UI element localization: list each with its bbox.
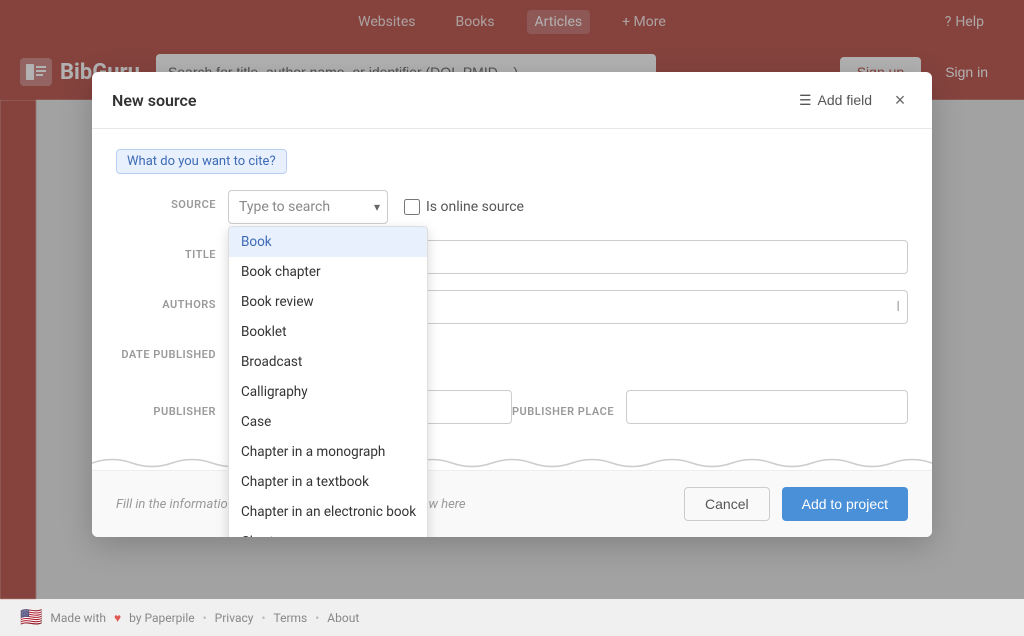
online-source-label[interactable]: Is online source (404, 199, 524, 215)
cancel-button[interactable]: Cancel (684, 487, 770, 521)
source-placeholder: Type to search (239, 199, 330, 215)
dropdown-item-0[interactable]: Book (229, 227, 427, 257)
dropdown-item-6[interactable]: Case (229, 407, 427, 437)
add-field-label: Add field (818, 92, 872, 108)
by-paperpile-text: by Paperpile (129, 611, 194, 625)
title-label: TITLE (116, 240, 216, 261)
dropdown-item-7[interactable]: Chapter in a monograph (229, 437, 427, 467)
source-label: SOURCE (116, 190, 216, 211)
terms-link[interactable]: Terms (274, 611, 308, 625)
footer-separator-3: • (315, 611, 319, 625)
heart-icon: ♥ (114, 611, 121, 625)
date-label: DATE PUBLISHED (116, 340, 216, 361)
dropdown-item-1[interactable]: Book chapter (229, 257, 427, 287)
what-cite-badge[interactable]: What do you want to cite? (116, 149, 287, 174)
modal-body: What do you want to cite? SOURCE Type to… (92, 129, 932, 456)
dropdown-item-9[interactable]: Chapter in an electronic book (229, 497, 427, 527)
source-row: SOURCE Type to search ▾ Book Book chapt (116, 190, 908, 224)
source-dropdown-trigger[interactable]: Type to search ▾ (228, 190, 388, 224)
add-to-project-button[interactable]: Add to project (782, 487, 908, 521)
authors-label: AUTHORS (116, 290, 216, 311)
made-with-text: Made with (50, 611, 106, 625)
add-field-button[interactable]: ☰ Add field (799, 92, 872, 109)
publisher-place-label: PUBLISHER PLACE (512, 397, 614, 418)
online-source-checkbox[interactable] (404, 199, 420, 215)
dropdown-item-8[interactable]: Chapter in a textbook (229, 467, 427, 497)
page-footer: 🇺🇸 Made with ♥ by Paperpile • Privacy • … (0, 599, 1024, 636)
modal-header: New source ☰ Add field × (92, 72, 932, 129)
cursor-icon: I (896, 299, 900, 315)
new-source-modal: New source ☰ Add field × What do you wan… (92, 72, 932, 537)
dropdown-item-10[interactable]: Chart (229, 527, 427, 537)
footer-separator-1: • (203, 611, 207, 625)
footer-actions: Cancel Add to project (684, 487, 908, 521)
about-link[interactable]: About (327, 611, 359, 625)
flag-icon: 🇺🇸 (20, 607, 42, 628)
dropdown-item-4[interactable]: Broadcast (229, 347, 427, 377)
modal-header-right: ☰ Add field × (799, 88, 912, 112)
publisher-place-section: PUBLISHER PLACE (512, 390, 908, 424)
dropdown-item-2[interactable]: Book review (229, 287, 427, 317)
modal-footer: Fill in the information and the bibliogr… (92, 470, 932, 537)
online-source-text: Is online source (426, 199, 524, 215)
footer-separator-2: • (261, 611, 265, 625)
publisher-label: PUBLISHER (116, 397, 216, 418)
add-field-icon: ☰ (799, 92, 812, 109)
privacy-link[interactable]: Privacy (215, 611, 254, 625)
dropdown-item-3[interactable]: Booklet (229, 317, 427, 347)
close-button[interactable]: × (888, 88, 912, 112)
source-dropdown-wrapper: Type to search ▾ Book Book chapter Book … (228, 190, 388, 224)
source-controls: Type to search ▾ Book Book chapter Book … (228, 190, 908, 224)
wavy-divider (92, 456, 932, 470)
modal-title: New source (112, 91, 197, 110)
dropdown-item-5[interactable]: Calligraphy (229, 377, 427, 407)
publisher-place-input[interactable] (626, 390, 908, 424)
source-dropdown-list: Book Book chapter Book review Booklet Br… (228, 226, 428, 537)
